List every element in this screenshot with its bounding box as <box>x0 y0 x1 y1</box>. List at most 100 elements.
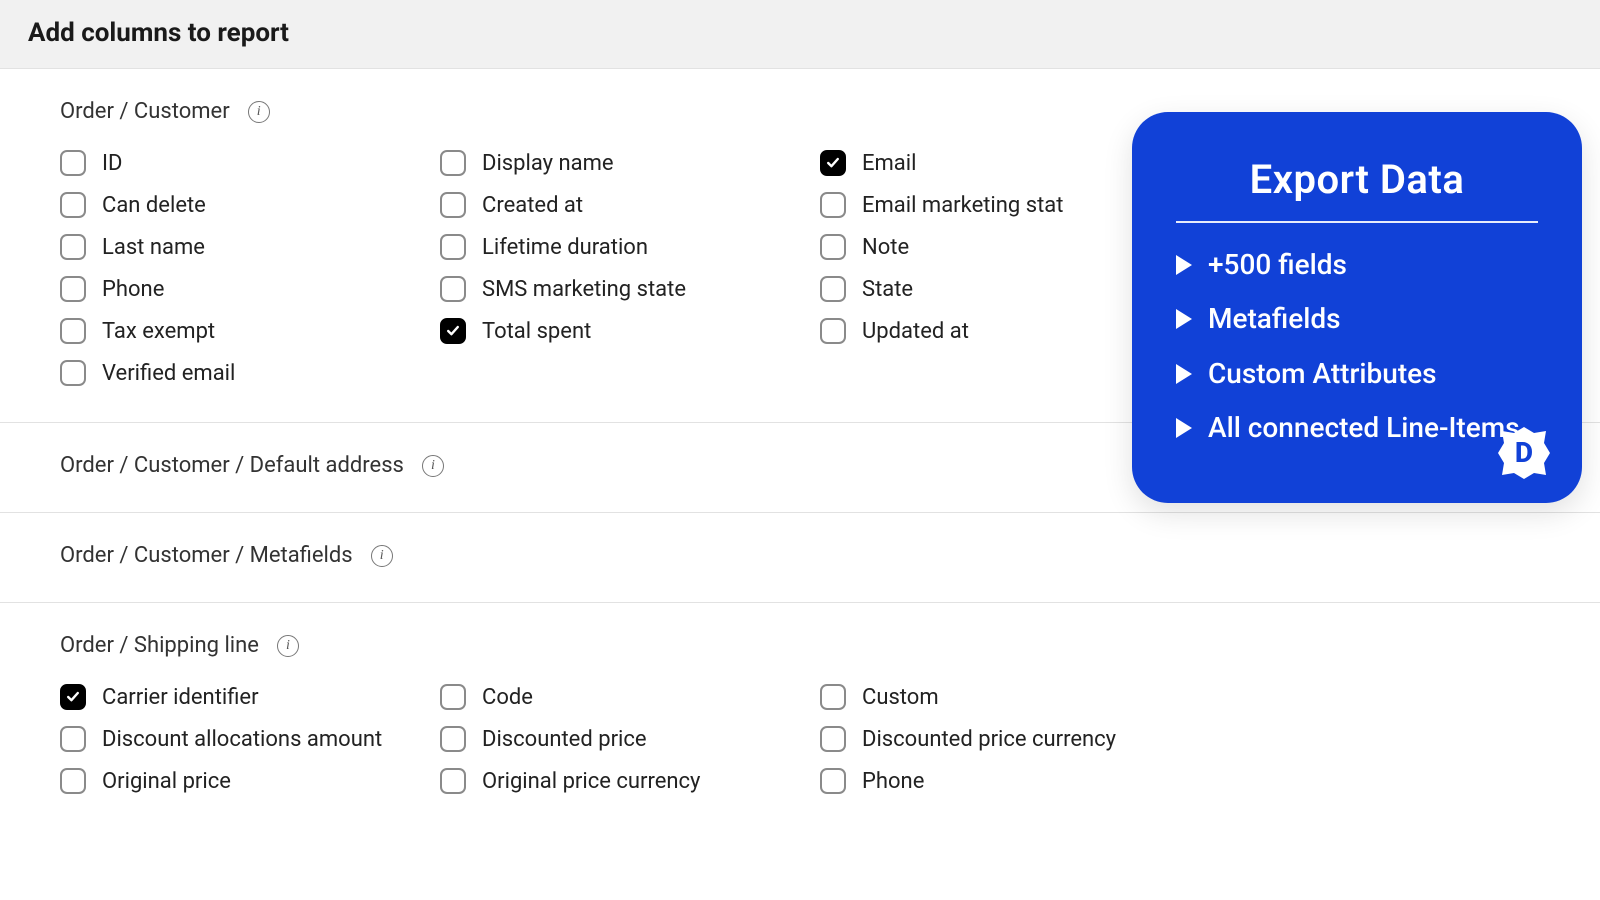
field-label: Last name <box>102 235 205 260</box>
checkbox[interactable] <box>60 360 86 386</box>
field-row: Created at <box>440 184 820 226</box>
section-header-metafields: Order / Customer / Metafields i <box>0 513 1600 598</box>
field-row: ID <box>60 142 440 184</box>
field-row: Custom <box>820 676 1240 718</box>
checkbox[interactable] <box>820 234 846 260</box>
promo-list: +500 fields Metafields Custom Attributes… <box>1176 247 1538 447</box>
checkbox[interactable] <box>820 276 846 302</box>
field-label: Email <box>862 151 916 176</box>
promo-item-label: Metafields <box>1208 301 1341 337</box>
checkbox[interactable] <box>820 192 846 218</box>
promo-item-label: Custom Attributes <box>1208 356 1437 392</box>
checkbox[interactable] <box>60 150 86 176</box>
page-title: Add columns to report <box>28 18 1572 48</box>
promo-item: Custom Attributes <box>1176 356 1538 392</box>
checkbox[interactable] <box>820 726 846 752</box>
field-label: Tax exempt <box>102 319 215 344</box>
field-label: Email marketing stat <box>862 193 1063 218</box>
checkbox[interactable] <box>440 684 466 710</box>
section-title: Order / Customer / Metafields <box>60 543 353 568</box>
field-label: Display name <box>482 151 614 176</box>
field-row: Discount allocations amount <box>60 718 440 760</box>
checkbox[interactable] <box>440 234 466 260</box>
field-label: SMS marketing state <box>482 277 686 302</box>
triangle-icon <box>1176 418 1192 438</box>
field-row: Total spent <box>440 310 820 352</box>
field-row: Lifetime duration <box>440 226 820 268</box>
checkbox[interactable] <box>60 318 86 344</box>
field-label: Note <box>862 235 909 260</box>
field-label: Carrier identifier <box>102 685 259 710</box>
info-icon[interactable]: i <box>277 635 299 657</box>
field-label: Created at <box>482 193 583 218</box>
promo-item: +500 fields <box>1176 247 1538 283</box>
checkbox[interactable] <box>440 726 466 752</box>
promo-title: Export Data <box>1176 156 1538 223</box>
promo-item-label: +500 fields <box>1208 247 1347 283</box>
field-label: Original price currency <box>482 769 700 794</box>
field-row: Discounted price currency <box>820 718 1240 760</box>
field-row: Verified email <box>60 352 440 394</box>
field-row: Can delete <box>60 184 440 226</box>
field-label: Code <box>482 685 533 710</box>
field-row: Display name <box>440 142 820 184</box>
checkbox[interactable] <box>60 726 86 752</box>
checkbox[interactable] <box>60 768 86 794</box>
field-label: Phone <box>862 769 924 794</box>
field-row: Original price <box>60 760 440 802</box>
field-label: Phone <box>102 277 164 302</box>
field-row: Code <box>440 676 820 718</box>
field-row: Last name <box>60 226 440 268</box>
checkbox[interactable] <box>440 192 466 218</box>
checkbox[interactable] <box>60 192 86 218</box>
field-column: Display name Created at Lifetime duration S… <box>440 142 820 394</box>
field-column: Custom Discounted price currency Phone <box>820 676 1240 802</box>
field-row: SMS marketing state <box>440 268 820 310</box>
field-row: Discounted price <box>440 718 820 760</box>
field-label: Original price <box>102 769 231 794</box>
field-label: ID <box>102 151 122 176</box>
field-column: Code Discounted price Original price curre… <box>440 676 820 802</box>
checkbox[interactable] <box>440 150 466 176</box>
checkbox[interactable] <box>60 684 86 710</box>
checkbox[interactable] <box>440 276 466 302</box>
checkbox[interactable] <box>60 234 86 260</box>
checkbox[interactable] <box>820 318 846 344</box>
triangle-icon <box>1176 255 1192 275</box>
field-column: Carrier identifier Discount allocations a… <box>60 676 440 802</box>
field-label: Updated at <box>862 319 969 344</box>
fields-grid-shipping-line: Carrier identifier Discount allocations a… <box>0 676 1600 826</box>
info-icon[interactable]: i <box>248 101 270 123</box>
section-header-shipping-line: Order / Shipping line i <box>0 603 1600 676</box>
promo-panel: Export Data +500 fields Metafields Custo… <box>1132 112 1582 503</box>
section-title: Order / Customer / Default address <box>60 453 404 478</box>
field-row: Phone <box>60 268 440 310</box>
checkbox[interactable] <box>820 768 846 794</box>
topbar: Add columns to report <box>0 0 1600 69</box>
triangle-icon <box>1176 364 1192 384</box>
promo-item: Metafields <box>1176 301 1538 337</box>
promo-item-label: All connected Line-Items <box>1208 410 1520 446</box>
promo-item: All connected Line-Items <box>1176 410 1538 446</box>
field-label: Custom <box>862 685 939 710</box>
field-column: ID Can delete Last name Phone Tax exempt Veri… <box>60 142 440 394</box>
logo-letter: D <box>1496 425 1552 481</box>
info-icon[interactable]: i <box>371 545 393 567</box>
field-label: Verified email <box>102 361 235 386</box>
field-label: Discount allocations amount <box>102 727 382 752</box>
field-label: Can delete <box>102 193 206 218</box>
checkbox[interactable] <box>820 684 846 710</box>
checkbox[interactable] <box>60 276 86 302</box>
checkbox[interactable] <box>440 768 466 794</box>
section-title: Order / Shipping line <box>60 633 259 658</box>
logo-badge: D <box>1496 425 1552 481</box>
checkbox[interactable] <box>820 150 846 176</box>
checkbox[interactable] <box>440 318 466 344</box>
field-label: Total spent <box>482 319 591 344</box>
field-label: Discounted price currency <box>862 727 1116 752</box>
field-row: Tax exempt <box>60 310 440 352</box>
field-row: Phone <box>820 760 1240 802</box>
field-label: Discounted price <box>482 727 647 752</box>
info-icon[interactable]: i <box>422 455 444 477</box>
triangle-icon <box>1176 309 1192 329</box>
